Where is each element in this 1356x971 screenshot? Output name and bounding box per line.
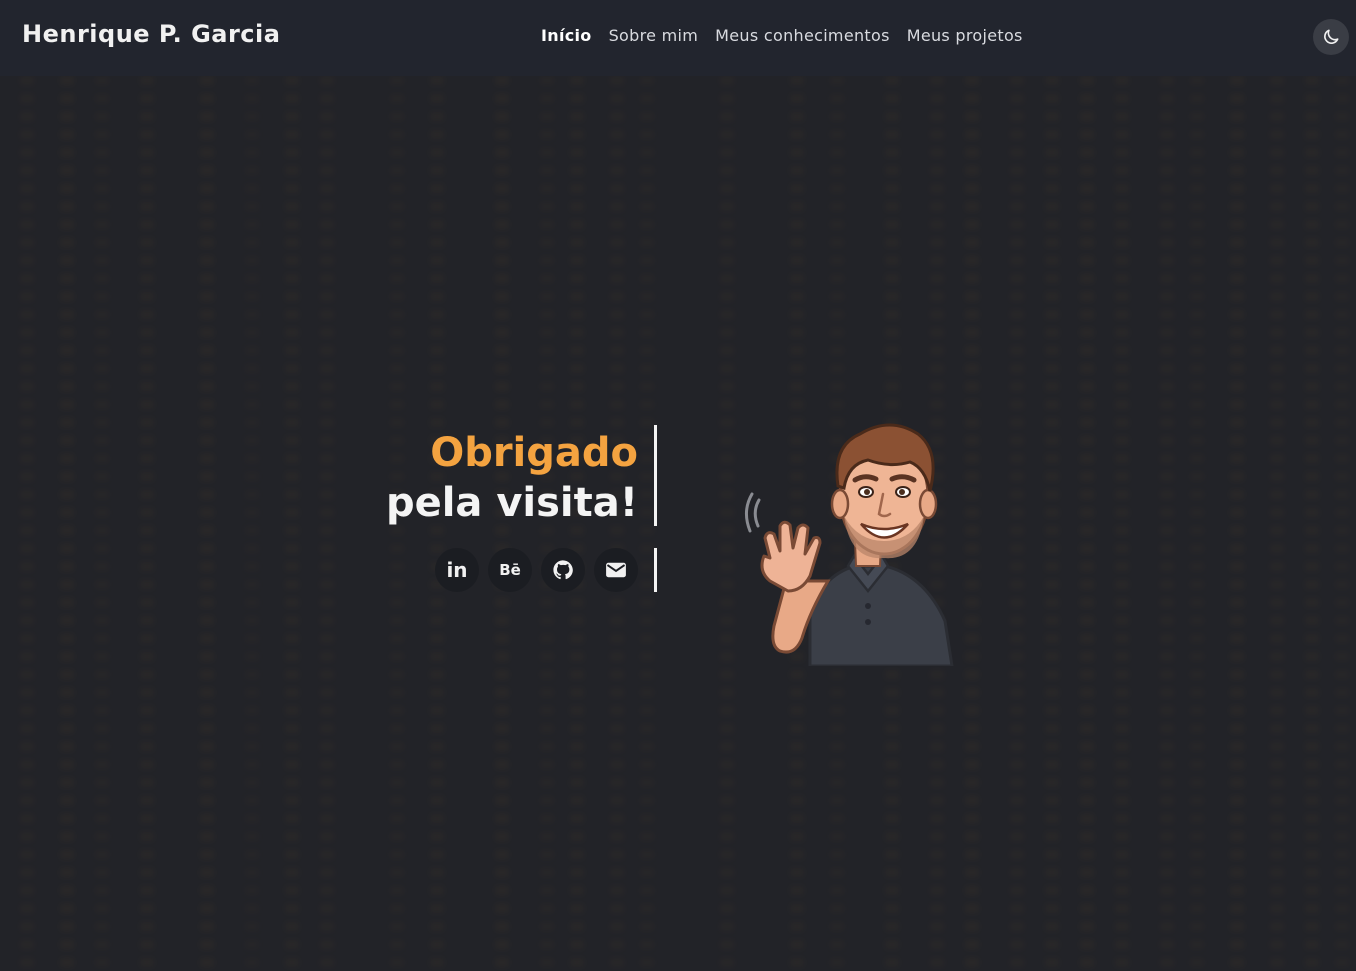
title-divider — [654, 425, 657, 526]
site-brand[interactable]: Henrique P. Garcia — [22, 20, 280, 48]
moon-icon — [1324, 29, 1339, 44]
github-icon — [553, 560, 573, 580]
linkedin-button[interactable]: in — [435, 548, 479, 592]
nav-link-meus-conhecimentos[interactable]: Meus conhecimentos — [715, 26, 890, 45]
hero-section: Obrigado pela visita! in Bē — [0, 76, 1356, 971]
github-button[interactable] — [541, 548, 585, 592]
social-links: in Bē — [435, 548, 638, 592]
hero-title-line2: pela visita! — [385, 480, 638, 526]
email-icon — [606, 562, 626, 578]
hero-title-line1: Obrigado — [430, 430, 638, 476]
social-divider — [654, 548, 657, 592]
hero-title: Obrigado pela visita! — [380, 428, 638, 528]
waving-avatar-illustration — [745, 423, 954, 666]
email-button[interactable] — [594, 548, 638, 592]
behance-button[interactable]: Bē — [488, 548, 532, 592]
theme-toggle-button[interactable] — [1313, 19, 1349, 55]
nav-link-sobre-mim[interactable]: Sobre mim — [609, 26, 699, 45]
nav-link-inicio[interactable]: Início — [541, 26, 592, 45]
nav-links: Início Sobre mim Meus conhecimentos Meus… — [541, 26, 1023, 45]
linkedin-icon: in — [446, 558, 468, 582]
nav-link-meus-projetos[interactable]: Meus projetos — [907, 26, 1023, 45]
navbar: Henrique P. Garcia Início Sobre mim Meus… — [0, 0, 1356, 76]
behance-icon: Bē — [499, 561, 521, 579]
